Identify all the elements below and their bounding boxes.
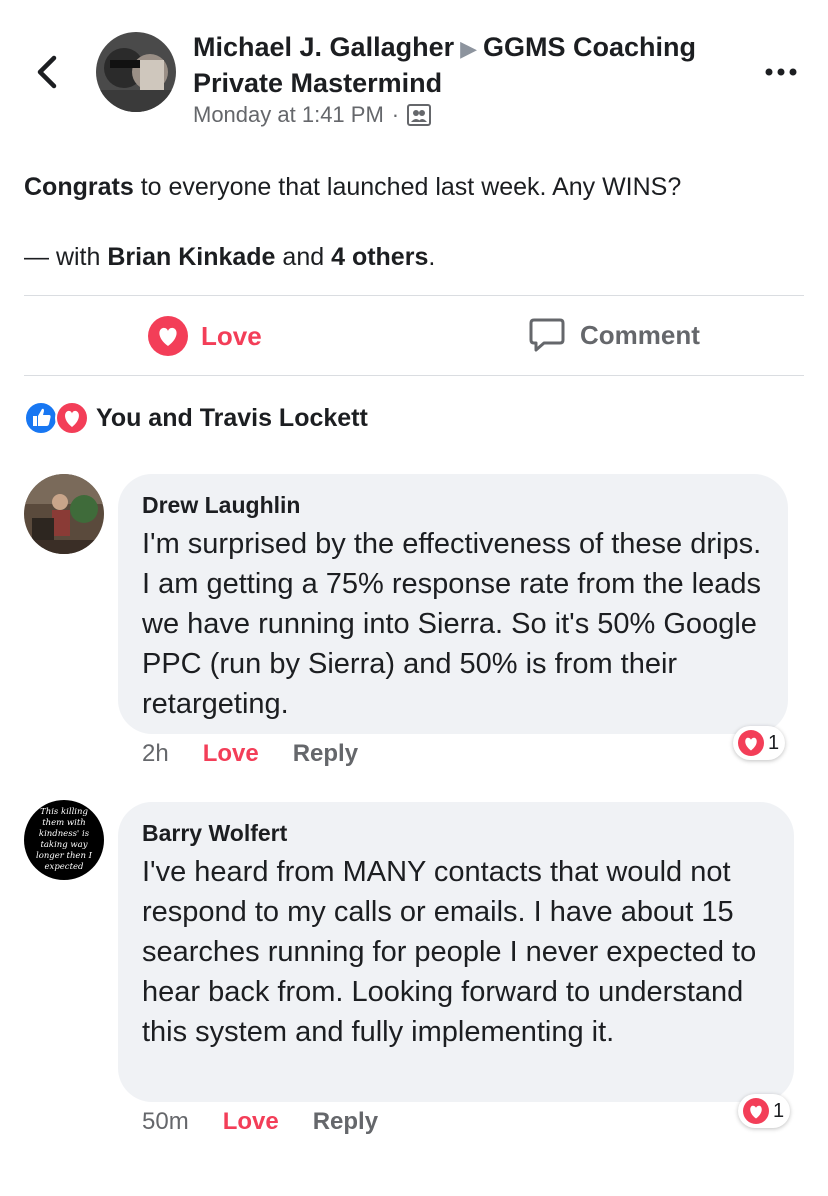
comment-action-label: Comment [580, 319, 700, 350]
more-dots-icon [765, 68, 797, 76]
comment-reaction-badge[interactable]: 1 [733, 726, 786, 760]
meta-separator: · [391, 102, 400, 127]
author-name[interactable]: Michael J. Gallagher [193, 32, 454, 62]
author-avatar[interactable] [96, 32, 176, 112]
divider [24, 295, 804, 296]
comment-love-button[interactable]: Love [223, 1108, 279, 1136]
and-word: and [282, 243, 325, 271]
comment-reply-button[interactable]: Reply [313, 1108, 378, 1136]
comment-bubble: Drew Laughlin I'm surprised by the effec… [118, 474, 788, 734]
post-text-rest: to everyone that launched last week. Any… [140, 173, 682, 201]
period: . [428, 243, 436, 271]
back-button[interactable] [30, 50, 66, 94]
comment-love-button[interactable]: Love [203, 740, 259, 768]
love-icon [55, 401, 89, 435]
post-title: Michael J. Gallagher ▶ GGMS Coaching Priva… [193, 30, 753, 100]
love-action-label: Love [201, 320, 262, 351]
comment-bubble: Barry Wolfert I've heard from MANY conta… [118, 802, 794, 1102]
with-prefix: — with [24, 243, 101, 271]
comment-reply-button[interactable]: Reply [293, 740, 358, 768]
comment-time[interactable]: 50m [142, 1108, 189, 1136]
post-meta: Monday at 1:41 PM · [193, 102, 432, 128]
more-options-button[interactable] [762, 60, 800, 84]
tagged-line: — with Brian Kinkade and 4 others. [24, 240, 804, 274]
comment-text: I've heard from MANY contacts that would… [142, 856, 757, 1048]
comment-reaction-count: 1 [768, 731, 780, 754]
comment-reaction-badge[interactable]: 1 [738, 1094, 791, 1128]
post-bold-word: Congrats [24, 173, 134, 201]
commenter-name[interactable]: Barry Wolfert [142, 818, 770, 848]
comment-actions: 2h Love Reply [142, 740, 358, 768]
reactions-summary-label: You and Travis Lockett [96, 403, 368, 432]
avatar-caption: This killing them with kindness' is taki… [35, 807, 92, 872]
divider [24, 375, 804, 376]
love-icon [738, 730, 764, 756]
post-timestamp[interactable]: Monday at 1:41 PM [193, 102, 384, 128]
comment-reaction-count: 1 [773, 1099, 785, 1122]
tagged-person[interactable]: Brian Kinkade [107, 243, 275, 271]
reactions-summary[interactable]: You and Travis Lockett [24, 400, 368, 436]
comment-actions: 50m Love Reply [142, 1108, 378, 1136]
tagged-others[interactable]: 4 others [331, 243, 428, 271]
love-action-button[interactable]: Love [148, 316, 262, 356]
commenter-name[interactable]: Drew Laughlin [142, 490, 764, 520]
love-icon [743, 1098, 769, 1124]
comment-icon [529, 318, 565, 352]
comment-time[interactable]: 2h [142, 740, 169, 768]
group-audience-icon [407, 104, 432, 126]
commenter-avatar[interactable] [24, 474, 104, 554]
love-icon [148, 316, 188, 356]
post-text: Congrats to everyone that launched last … [24, 170, 804, 204]
comment-text: I'm surprised by the effectiveness of th… [142, 528, 762, 720]
arrow-right-icon: ▶ [460, 36, 478, 61]
chevron-left-icon [37, 55, 57, 89]
comment-action-button[interactable]: Comment [528, 316, 700, 354]
commenter-avatar[interactable]: This killing them with kindness' is taki… [24, 800, 104, 880]
